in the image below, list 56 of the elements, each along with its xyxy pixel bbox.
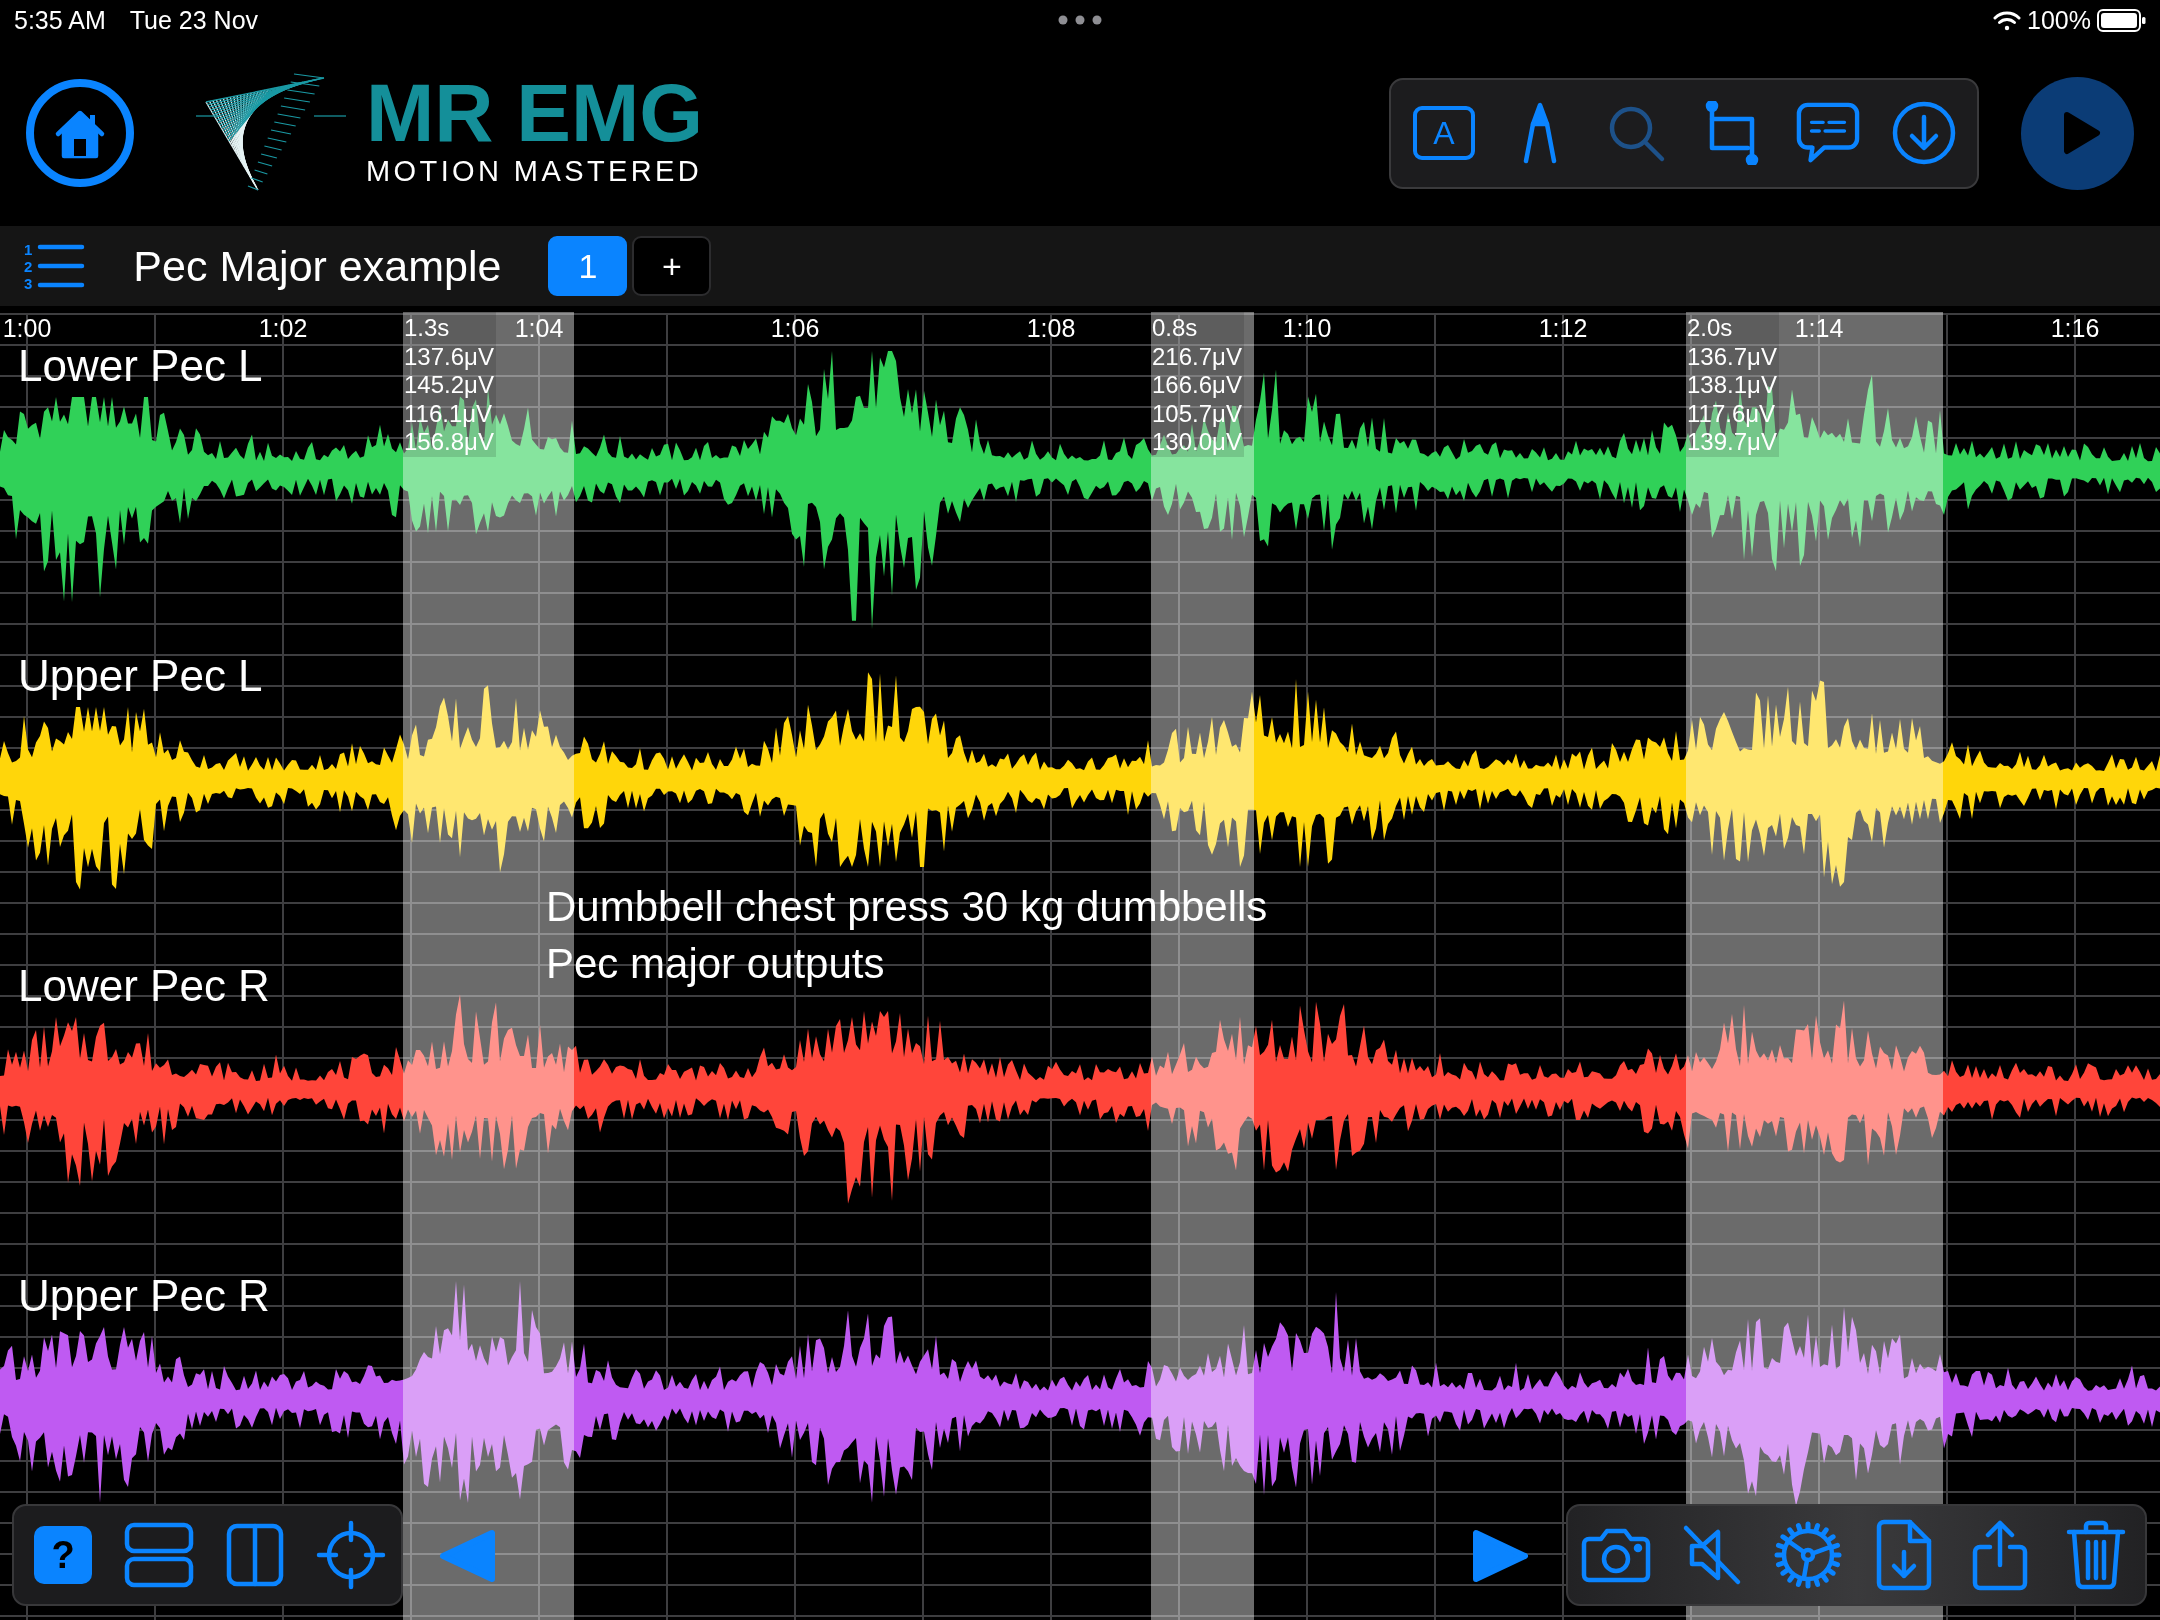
amplitude-value: 156.8μV (404, 428, 494, 457)
amplitude-value: 138.1μV (1687, 371, 1777, 400)
more-dots-icon[interactable] (1058, 15, 1102, 25)
play-icon (2062, 111, 2101, 155)
channel-label: Lower Pec L (18, 344, 263, 388)
logo-title: MR EMG (366, 78, 704, 148)
channel-label: Lower Pec R (18, 964, 270, 1008)
amplitude-value: 216.7μV (1152, 342, 1242, 372)
help-button[interactable]: ? (34, 1526, 92, 1584)
list-lines-icon (36, 242, 87, 290)
time-label: 1:06 (770, 314, 820, 342)
status-time: 5:35 AM (14, 5, 106, 35)
speech-bubble-icon (1796, 101, 1860, 165)
trash-icon[interactable] (2066, 1520, 2126, 1590)
split-columns-icon[interactable] (226, 1523, 284, 1587)
amplitude-value: 137.6μV (404, 342, 494, 372)
camera-icon[interactable] (1581, 1527, 1651, 1583)
page-tab[interactable]: 1 (548, 236, 628, 296)
amplitude-value: 139.7μV (1687, 428, 1777, 457)
time-label: 1:14 (1794, 314, 1844, 342)
gear-icon[interactable] (1773, 1520, 1843, 1590)
share-icon[interactable] (1972, 1519, 2028, 1591)
numbered-list-button[interactable]: 1 2 3 (24, 240, 87, 292)
download-icon (1892, 101, 1956, 165)
amplitude-value: 145.2μV (404, 371, 494, 400)
time-label: 1:08 (1026, 314, 1076, 342)
logo-tagline: MOTION MASTERED (366, 154, 704, 188)
text-tool-button[interactable]: A (1413, 106, 1475, 160)
time-label: 1:10 (1282, 314, 1332, 342)
amplitude-value: 130.0μV (1152, 428, 1242, 457)
time-label: 1:02 (258, 314, 308, 342)
session-title: Pec Major example (133, 241, 502, 291)
selection-duration: 0.8s (1152, 314, 1199, 343)
battery-percentage: 100% (2027, 5, 2091, 35)
time-label: 1:00 (2, 314, 52, 342)
time-label: 1:04 (514, 314, 564, 342)
wifi-icon (1993, 9, 2022, 31)
crosshair-icon[interactable] (316, 1520, 386, 1590)
time-label: 1:12 (1538, 314, 1588, 342)
selection-duration: 2.0s (1687, 314, 1734, 343)
channel-label: Upper Pec L (18, 654, 263, 698)
status-date: Tue 23 Nov (129, 5, 259, 35)
time-label: 1:16 (2050, 314, 2100, 342)
download-button[interactable] (1892, 101, 1956, 165)
stacked-rows-icon[interactable] (124, 1522, 194, 1588)
caption-button[interactable] (1796, 101, 1860, 165)
home-button[interactable] (26, 79, 134, 187)
amplitude-value: 136.7μV (1687, 342, 1777, 372)
file-download-icon[interactable] (1876, 1519, 1932, 1591)
amplitude-value: 166.6μV (1152, 371, 1242, 400)
battery-icon (2097, 8, 2146, 32)
add-page-button[interactable]: + (632, 236, 712, 296)
channel-label: Upper Pec R (18, 1274, 270, 1318)
right-triangle-icon[interactable] (1471, 1528, 1531, 1584)
selection-duration: 1.3s (404, 314, 451, 343)
speaker-muted-icon[interactable] (1682, 1524, 1742, 1586)
